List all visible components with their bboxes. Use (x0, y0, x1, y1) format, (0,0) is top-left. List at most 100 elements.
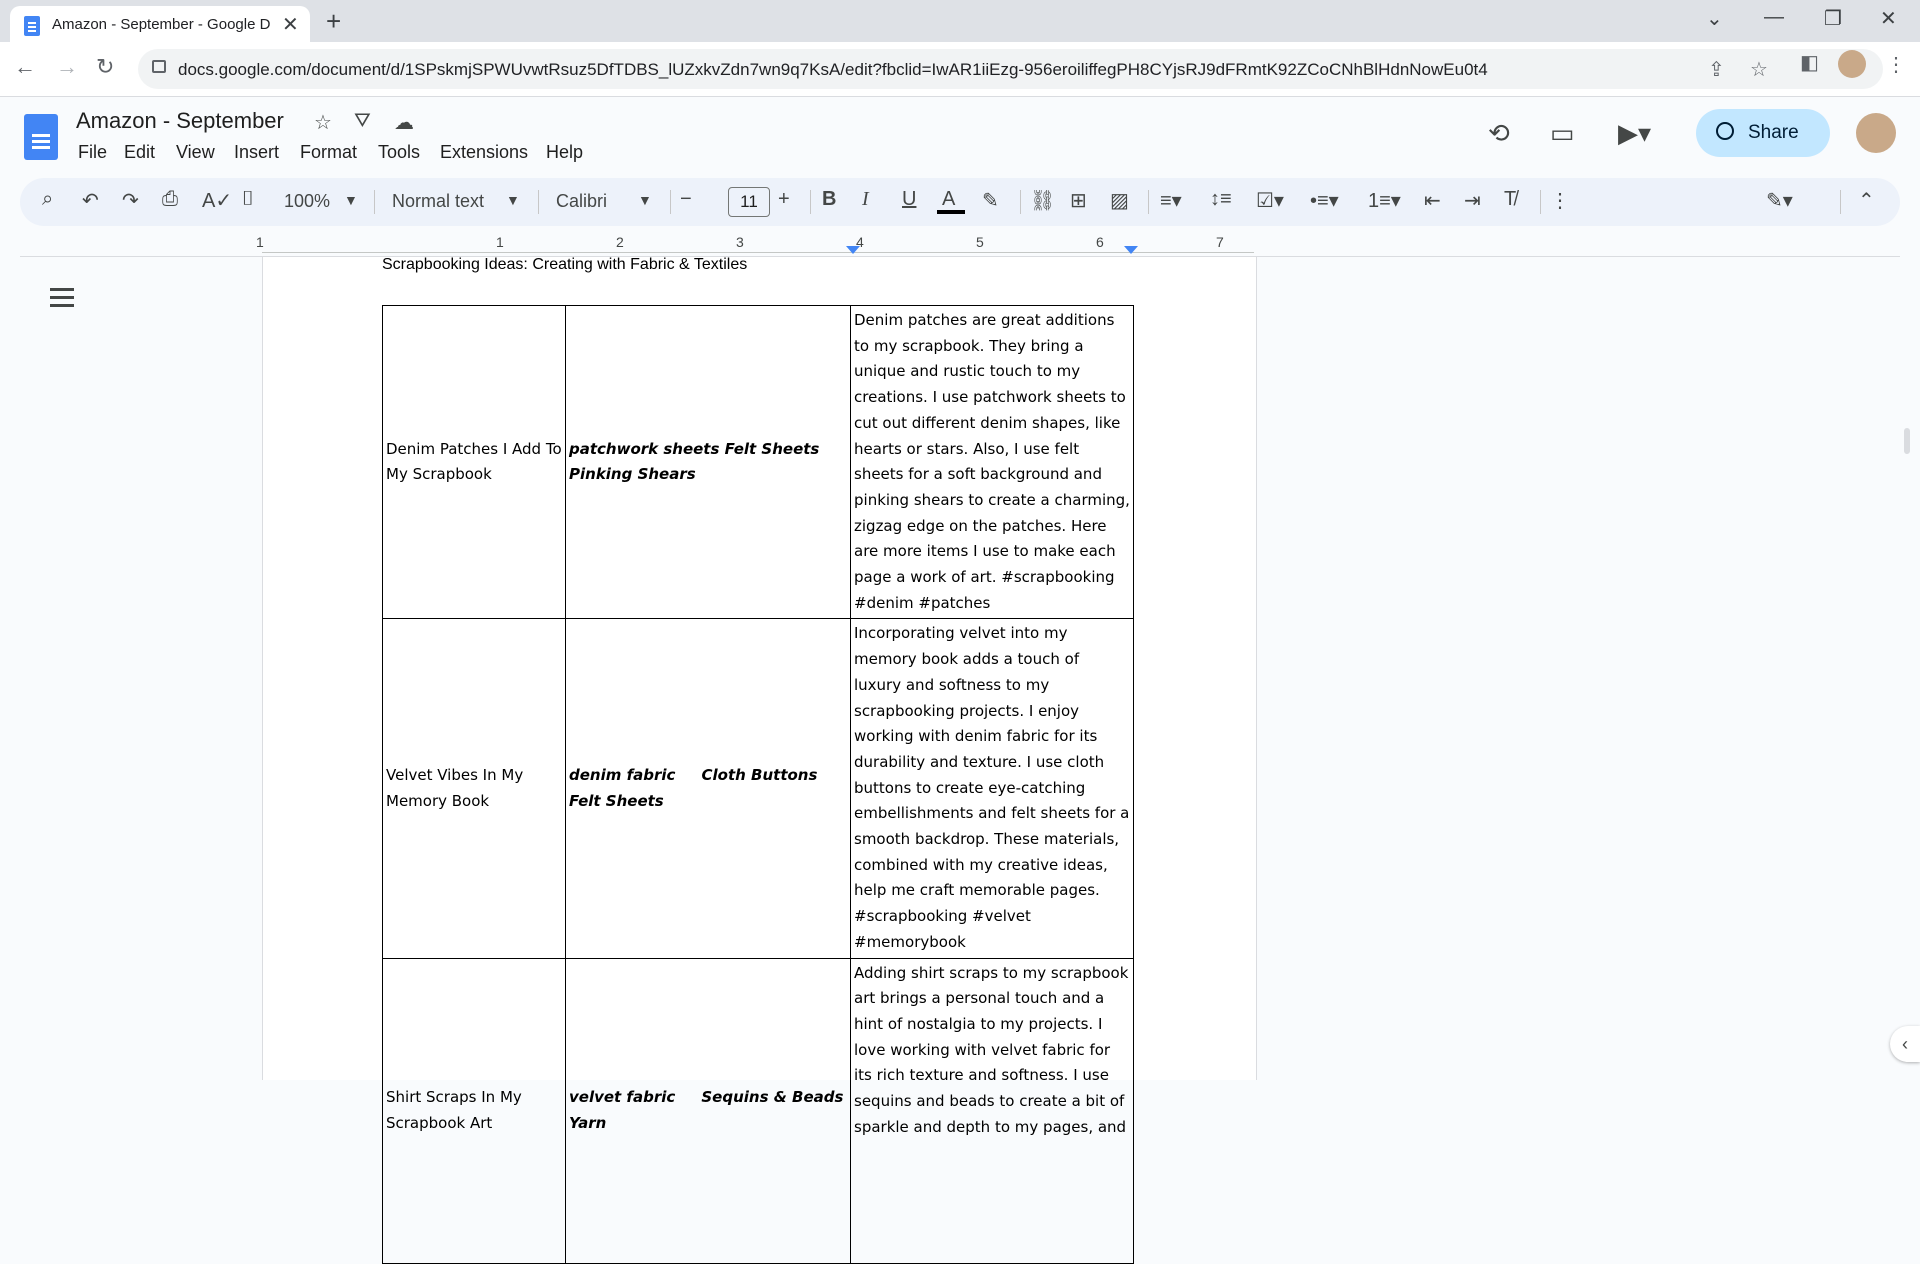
italic-icon[interactable]: I (862, 188, 869, 211)
reload-icon[interactable]: ↻ (96, 54, 114, 80)
horizontal-ruler[interactable]: 1 1 2 3 4 5 6 7 (0, 234, 1920, 256)
font-dropdown-icon[interactable]: ▼ (638, 192, 652, 208)
zoom-select[interactable]: 100% (284, 191, 330, 212)
highlight-color-icon[interactable]: ✎ (982, 188, 999, 213)
hide-menus-chevron-up-icon[interactable]: ⌃ (1858, 188, 1875, 213)
print-icon[interactable]: ⎙ (162, 188, 178, 211)
table-row[interactable]: Denim Patches I Add To My Scrapbook patc… (382, 304, 1134, 620)
add-comment-icon[interactable]: ⊞ (1070, 188, 1087, 213)
content-table[interactable]: Denim Patches I Add To My Scrapbook patc… (382, 304, 1134, 1264)
ruler-number: 6 (1096, 234, 1104, 250)
toolbar-divider (374, 190, 375, 214)
table-row[interactable]: Shirt Scraps In My Scrapbook Art velvet … (382, 957, 1134, 1264)
side-panel-icon[interactable]: ◧ (1800, 50, 1819, 75)
materials-cell[interactable]: denim fabric Cloth Buttons Felt Sheets (565, 618, 851, 959)
spellcheck-icon[interactable]: A✓ (202, 188, 232, 213)
account-avatar[interactable] (1856, 113, 1896, 153)
forward-icon[interactable]: → (56, 54, 78, 80)
text-color-icon[interactable]: A (942, 188, 955, 211)
table-row[interactable]: Velvet Vibes In My Memory Book denim fab… (382, 618, 1134, 959)
line-spacing-icon[interactable]: ↕≡ (1210, 188, 1232, 211)
document-outline-icon[interactable] (50, 288, 74, 308)
scrollbar-thumb[interactable] (1904, 428, 1910, 454)
share-button[interactable]: Share (1696, 109, 1830, 157)
star-icon[interactable]: ☆ (314, 110, 332, 135)
materials-cell[interactable]: velvet fabric Sequins & Beads Yarn (565, 957, 851, 1264)
comments-icon[interactable]: ▭ (1550, 118, 1575, 149)
materials-cell[interactable]: patchwork sheets Felt Sheets Pinking She… (565, 304, 851, 620)
close-tab-icon[interactable]: ✕ (282, 12, 299, 37)
tab-title: Amazon - September - Google D (52, 16, 271, 33)
meet-icon[interactable]: ▶▾ (1618, 118, 1651, 149)
menu-extensions[interactable]: Extensions (440, 142, 528, 163)
zoom-dropdown-icon[interactable]: ▼ (344, 192, 358, 208)
browser-profile-avatar[interactable] (1838, 50, 1866, 78)
description-cell[interactable]: Adding shirt scraps to my scrapbook art … (850, 957, 1134, 1264)
tab-search-icon[interactable]: ⌄ (1706, 6, 1723, 31)
increase-indent-icon[interactable]: ⇥ (1464, 188, 1481, 213)
left-indent-marker[interactable] (846, 246, 860, 254)
checklist-icon[interactable]: ☑▾ (1256, 188, 1284, 213)
share-page-icon[interactable]: ⇪ (1708, 57, 1725, 82)
increase-font-size-icon[interactable]: + (778, 188, 790, 211)
menu-file[interactable]: File (78, 142, 107, 163)
docs-logo-icon[interactable] (24, 114, 58, 160)
search-menus-icon[interactable]: ⌕ (42, 188, 53, 211)
menu-help[interactable]: Help (546, 142, 583, 163)
description-cell[interactable]: Denim patches are great additions to my … (850, 304, 1134, 620)
url-text[interactable]: docs.google.com/document/d/1SPskmjSPWUvw… (178, 60, 1488, 80)
cloud-saved-icon[interactable]: ☁ (394, 110, 414, 135)
bulleted-list-icon[interactable]: •≡▾ (1310, 188, 1339, 213)
toolbar-divider (1148, 190, 1149, 214)
menu-view[interactable]: View (176, 142, 215, 163)
right-indent-marker[interactable] (1124, 246, 1138, 254)
version-history-icon[interactable]: ⟲ (1488, 118, 1510, 149)
align-icon[interactable]: ≡▾ (1160, 188, 1182, 213)
menu-format[interactable]: Format (300, 142, 357, 163)
minimize-icon[interactable]: — (1764, 6, 1784, 29)
menu-insert[interactable]: Insert (234, 142, 279, 163)
browser-menu-icon[interactable]: ⋮ (1886, 52, 1906, 77)
insert-link-icon[interactable]: ⛓ (1030, 188, 1055, 213)
ruler-number: 1 (496, 234, 504, 250)
numbered-list-icon[interactable]: 1≡▾ (1368, 188, 1401, 213)
browser-tab[interactable]: Amazon - September - Google D ✕ (10, 6, 310, 42)
style-dropdown-icon[interactable]: ▼ (506, 192, 520, 208)
toolbar-divider (538, 190, 539, 214)
font-select[interactable]: Calibri (556, 191, 607, 212)
row-title-cell[interactable]: Velvet Vibes In My Memory Book (382, 618, 566, 959)
lock-icon[interactable] (152, 60, 166, 73)
menu-tools[interactable]: Tools (378, 142, 420, 163)
document-title[interactable]: Amazon - September (76, 108, 284, 134)
new-tab-icon[interactable]: + (326, 6, 341, 37)
redo-icon[interactable]: ↷ (122, 188, 139, 213)
paint-format-icon[interactable]: ⌷ (242, 188, 254, 211)
bookmark-star-icon[interactable]: ☆ (1750, 57, 1768, 82)
decrease-indent-icon[interactable]: ⇤ (1424, 188, 1441, 213)
restore-icon[interactable]: ❐ (1824, 6, 1842, 31)
underline-icon[interactable]: U (902, 188, 916, 211)
tab-strip: Amazon - September - Google D ✕ + ⌄ — ❐ … (0, 0, 1920, 42)
omnibox[interactable]: docs.google.com/document/d/1SPskmjSPWUvw… (138, 49, 1883, 89)
paragraph-style-select[interactable]: Normal text (392, 191, 484, 212)
close-window-icon[interactable]: ✕ (1880, 6, 1897, 31)
document-heading[interactable]: Scrapbooking Ideas: Creating with Fabric… (382, 256, 747, 274)
description-cell[interactable]: Incorporating velvet into my memory book… (850, 618, 1134, 959)
ruler-scale (262, 242, 1254, 253)
more-options-icon[interactable]: ⋮ (1550, 188, 1570, 213)
ruler-number: 1 (256, 234, 264, 250)
back-icon[interactable]: ← (14, 54, 36, 80)
move-to-drive-icon[interactable]: ⛛ (354, 110, 371, 133)
undo-icon[interactable]: ↶ (82, 188, 99, 213)
font-size-input[interactable]: 11 (728, 187, 770, 217)
bold-icon[interactable]: B (822, 188, 836, 211)
clear-formatting-icon[interactable]: T̸ (1504, 188, 1516, 211)
row-title-cell[interactable]: Denim Patches I Add To My Scrapbook (382, 304, 566, 620)
menu-edit[interactable]: Edit (124, 142, 155, 163)
insert-image-icon[interactable]: ▨ (1110, 188, 1129, 213)
editing-mode-icon[interactable]: ✎▾ (1766, 188, 1793, 213)
decrease-font-size-icon[interactable]: − (680, 188, 692, 211)
row-title-cell[interactable]: Shirt Scraps In My Scrapbook Art (382, 957, 566, 1264)
side-panel-toggle-chevron-left-icon[interactable]: ‹ (1890, 1026, 1920, 1062)
ruler-number: 3 (736, 234, 744, 250)
